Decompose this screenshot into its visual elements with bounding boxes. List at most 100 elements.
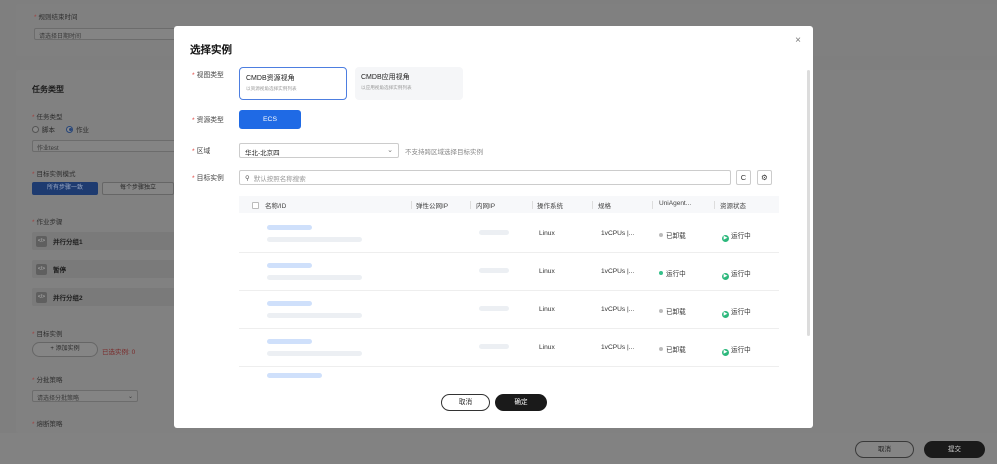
view-card-subtitle: 以应用视角选择实例列表 <box>361 85 412 90</box>
steps-label: * 作业步骤 <box>32 219 63 226</box>
agent-cell: 运行中 <box>659 268 686 278</box>
target-mode-label: * 目标实例模式 <box>32 171 76 178</box>
column-divider <box>532 201 533 209</box>
step-item[interactable]: </> 并行分组2 <box>32 288 182 306</box>
instance-name[interactable] <box>267 225 312 230</box>
spec-cell: 1vCPUs |... <box>601 230 635 237</box>
region-select[interactable]: 华北-北京四 ⌄ <box>239 143 399 158</box>
radio-job[interactable]: 作业 <box>66 124 89 134</box>
rule-end-time-label: * 规则结束时间 <box>34 14 78 21</box>
private-ip <box>479 306 509 311</box>
view-card-resource[interactable]: CMDB资源视角 以资源视角选择实例列表 <box>239 67 347 100</box>
instance-name[interactable] <box>267 301 312 306</box>
spec-cell: 1vCPUs |... <box>601 344 635 351</box>
header-eip: 弹性公网IP <box>416 203 449 210</box>
region-hint: 不支持跨区域选择目标实例 <box>405 149 483 156</box>
select-instance-modal: 选择实例 × * 视图类型 CMDB资源视角 以资源视角选择实例列表 CMDB应用… <box>174 26 813 428</box>
close-icon[interactable]: × <box>795 35 801 46</box>
header-status: 资源状态 <box>720 203 746 210</box>
footer-cancel-button[interactable]: 取消 <box>855 441 914 458</box>
view-card-title: CMDB应用视角 <box>361 74 410 81</box>
os-cell: Linux <box>539 230 555 237</box>
chevron-down-icon: ⌄ <box>127 394 133 400</box>
running-icon: ▶ <box>722 311 729 318</box>
modal-confirm-button[interactable]: 确定 <box>495 394 547 411</box>
step-item[interactable]: </> 并行分组1 <box>32 232 182 250</box>
search-placeholder: 默认按照名称搜索 <box>253 175 306 183</box>
rule-end-time-input[interactable]: 请选择日期时间 <box>34 28 194 40</box>
batch-label: * 分批策略 <box>32 377 63 384</box>
batch-select[interactable]: 请选择分批策略 ⌄ <box>32 390 138 402</box>
status-dot-icon <box>659 233 663 237</box>
agent-cell: 已卸载 <box>659 230 686 240</box>
table-row[interactable]: Linux 1vCPUs |... 运行中 ▶ 运行中 <box>239 253 779 291</box>
instance-id <box>267 313 362 318</box>
instance-id <box>267 275 362 280</box>
resource-type-label: * 资源类型 <box>192 117 224 124</box>
private-ip <box>479 344 509 349</box>
region-label: * 区域 <box>192 148 211 155</box>
region-value: 华北-北京四 <box>245 150 280 157</box>
column-divider <box>652 201 653 209</box>
header-spec: 规格 <box>598 203 611 210</box>
status-cell: ▶ 运行中 <box>722 309 751 318</box>
view-card-title: CMDB资源视角 <box>246 75 295 82</box>
view-card-application[interactable]: CMDB应用视角 以应用视角选择实例列表 <box>355 67 463 100</box>
table-row[interactable]: Linux 1vCPUs |... 已卸载 ▶ 运行中 <box>239 291 779 329</box>
search-icon: ⚲ <box>245 174 250 182</box>
task-type-label: * 任务类型 <box>32 114 63 121</box>
running-icon: ▶ <box>722 349 729 356</box>
table-row[interactable]: Linux 1vCPUs |... 已卸载 ▶ 运行中 <box>239 329 779 367</box>
instance-id <box>267 237 362 242</box>
instance-table: 名称/ID 弹性公网IP 内网IP 操作系统 规格 UniAgent... 资源… <box>239 196 779 378</box>
code-icon: </> <box>36 291 47 303</box>
radio-script[interactable]: 脚本 <box>32 124 55 134</box>
chevron-down-icon: ⌄ <box>387 147 393 154</box>
table-row[interactable]: Linux 1vCPUs |... 已卸载 ▶ 运行中 <box>239 215 779 253</box>
modal-title: 选择实例 <box>190 44 232 56</box>
column-divider <box>592 201 593 209</box>
instance-name[interactable] <box>267 373 322 378</box>
table-header: 名称/ID 弹性公网IP 内网IP 操作系统 规格 UniAgent... 资源… <box>239 196 779 213</box>
instance-name[interactable] <box>267 339 312 344</box>
header-private-ip: 内网IP <box>476 203 496 210</box>
private-ip <box>479 230 509 235</box>
view-type-label: * 视图类型 <box>192 72 224 79</box>
code-icon: </> <box>36 263 47 275</box>
status-dot-icon <box>659 347 663 351</box>
agent-cell: 已卸载 <box>659 306 686 316</box>
spec-cell: 1vCPUs |... <box>601 268 635 275</box>
footer-bar <box>0 433 997 464</box>
radio-icon <box>32 125 39 133</box>
status-dot-icon <box>659 309 663 313</box>
modal-cancel-button[interactable]: 取消 <box>441 394 490 411</box>
table-row[interactable] <box>239 367 779 379</box>
running-icon: ▶ <box>722 235 729 242</box>
column-divider <box>470 201 471 209</box>
step-item[interactable]: </> 暂停 <box>32 260 182 278</box>
refresh-icon[interactable]: C <box>736 170 751 185</box>
instance-name[interactable] <box>267 263 312 268</box>
os-cell: Linux <box>539 306 555 313</box>
private-ip <box>479 268 509 273</box>
instance-search-input[interactable]: ⚲ 默认按照名称搜索 <box>239 170 731 185</box>
footer-submit-button[interactable]: 提交 <box>924 441 985 458</box>
status-cell: ▶ 运行中 <box>722 233 751 242</box>
circuit-label: * 熔断策略 <box>32 421 63 428</box>
settings-icon[interactable]: ⚙ <box>757 170 772 185</box>
resource-type-ecs-button[interactable]: ECS <box>239 110 301 129</box>
target-instance-label: * 目标实例 <box>192 175 224 182</box>
header-os: 操作系统 <box>537 203 563 210</box>
mode-same-button[interactable]: 所有步骤一致 <box>32 182 98 195</box>
status-dot-icon <box>659 271 663 275</box>
instance-id <box>267 351 362 356</box>
add-instance-button[interactable]: + 添加实例 <box>32 342 98 357</box>
os-cell: Linux <box>539 268 555 275</box>
header-name[interactable]: 名称/ID <box>252 200 286 210</box>
modal-scrollbar[interactable] <box>807 70 810 336</box>
header-uniagent: UniAgent... <box>659 200 692 207</box>
select-all-checkbox[interactable] <box>252 202 259 209</box>
mode-each-button[interactable]: 每个步骤独立 <box>102 182 174 195</box>
column-divider <box>714 201 715 209</box>
spec-cell: 1vCPUs |... <box>601 306 635 313</box>
